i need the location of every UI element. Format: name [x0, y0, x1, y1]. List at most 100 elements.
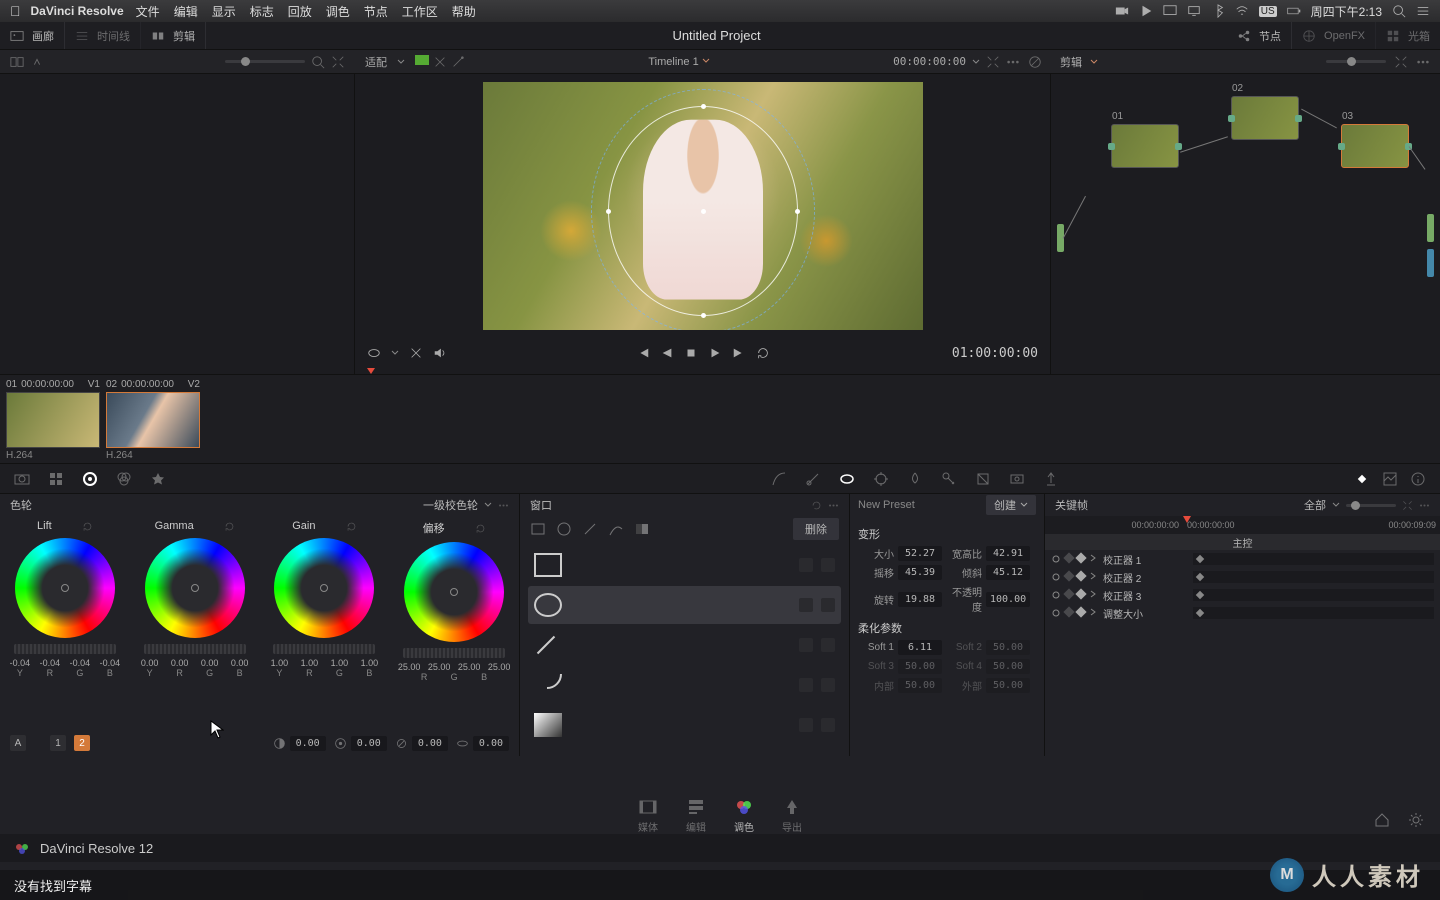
page-media[interactable]: 媒体	[638, 797, 658, 834]
display-icon[interactable]	[1187, 4, 1201, 18]
gallery-zoom-slider[interactable]	[225, 60, 305, 63]
lock-icon[interactable]	[1051, 608, 1061, 618]
keyframe-track[interactable]: 校正器 2	[1045, 568, 1440, 586]
window-options-icon[interactable]	[828, 500, 839, 511]
menu-icon[interactable]	[1416, 4, 1430, 18]
shape-item-curve[interactable]	[528, 666, 841, 704]
stills-view-icon[interactable]	[10, 55, 24, 69]
invert-icon[interactable]	[821, 598, 835, 612]
adj-val-2[interactable]: 0.00	[351, 736, 387, 751]
expand-viewer-icon[interactable]	[986, 55, 1000, 69]
reset-icon[interactable]	[346, 521, 357, 532]
chevron-right-icon[interactable]	[1089, 590, 1097, 598]
menu-file[interactable]: 文件	[136, 3, 160, 20]
keyframe-toggle[interactable]	[1063, 552, 1074, 563]
master-jog[interactable]	[144, 644, 246, 654]
wheel-value[interactable]: -0.04	[5, 658, 35, 668]
viewer-tc-out[interactable]: 01:00:00:00	[952, 346, 1038, 361]
data-burn-icon[interactable]	[1043, 471, 1059, 487]
color-match-icon[interactable]	[48, 471, 64, 487]
page-2-button[interactable]: 2	[74, 735, 90, 751]
battery-icon[interactable]	[1287, 4, 1301, 18]
invert-icon[interactable]	[821, 678, 835, 692]
keyframe-nav[interactable]	[1075, 606, 1086, 617]
key-icon[interactable]	[941, 471, 957, 487]
wheel-value[interactable]: 0.00	[165, 658, 195, 668]
adj-val-1[interactable]: 0.00	[290, 736, 326, 751]
shape-item-rect[interactable]	[528, 546, 841, 584]
viewer-stage[interactable]	[355, 74, 1050, 338]
param-value[interactable]: 6.11	[898, 640, 942, 655]
loop-icon[interactable]	[756, 346, 770, 360]
keyframe-nav[interactable]	[1075, 570, 1086, 581]
keyframe-nav[interactable]	[1075, 552, 1086, 563]
wheel-value[interactable]: -0.04	[35, 658, 65, 668]
sizing-icon[interactable]	[975, 471, 991, 487]
menu-mark[interactable]: 标志	[250, 3, 274, 20]
param-value[interactable]: 50.00	[986, 640, 1030, 655]
delete-window-button[interactable]: 删除	[793, 518, 839, 540]
menu-playback[interactable]: 回放	[288, 3, 312, 20]
wheels-options-icon[interactable]	[498, 500, 509, 511]
param-value[interactable]: 45.39	[898, 565, 942, 580]
keyframe-lane[interactable]	[1193, 607, 1434, 619]
page-1-button[interactable]: 1	[50, 735, 66, 751]
wheel-value[interactable]: 1.00	[264, 658, 294, 668]
keyframe-master-track[interactable]: 主控	[1045, 534, 1440, 550]
motion-effects-icon[interactable]	[150, 471, 166, 487]
scopes-icon[interactable]	[1382, 471, 1398, 487]
node-03[interactable]: 03	[1341, 124, 1409, 168]
wheel-value[interactable]: 25.00	[424, 662, 454, 672]
master-jog[interactable]	[14, 644, 116, 654]
info-icon[interactable]	[1410, 471, 1426, 487]
mask-icon[interactable]	[799, 718, 813, 732]
clip-thumb-1[interactable]: 0100:00:00:00V1 H.264	[6, 379, 100, 459]
nodes-zoom-slider[interactable]	[1326, 60, 1386, 63]
keyframe-mode-dropdown[interactable]: 全部	[1304, 497, 1326, 513]
invert-icon[interactable]	[821, 638, 835, 652]
shape-item-gradient[interactable]	[528, 706, 841, 744]
add-circle-icon[interactable]	[556, 521, 572, 537]
camera-icon[interactable]	[1115, 4, 1129, 18]
wheels-mode-dropdown[interactable]: 一级校色轮	[423, 497, 478, 513]
auto-balance-button[interactable]: A	[10, 735, 26, 751]
page-color[interactable]: 调色	[734, 797, 754, 834]
tracking-icon[interactable]	[873, 471, 889, 487]
keyframe-toggle[interactable]	[1063, 570, 1074, 581]
param-value[interactable]: 100.00	[986, 592, 1030, 607]
toolbar-timeline-toggle[interactable]: 时间线	[65, 22, 141, 49]
invert-icon[interactable]	[821, 718, 835, 732]
color-wheels-icon[interactable]	[82, 471, 98, 487]
toolbar-lightbox-toggle[interactable]: 光箱	[1376, 22, 1440, 49]
param-value[interactable]: 50.00	[898, 678, 942, 693]
next-clip-icon[interactable]	[732, 346, 746, 360]
menu-color[interactable]: 调色	[326, 3, 350, 20]
create-preset-button[interactable]: 创建	[986, 495, 1036, 515]
keyframe-track[interactable]: 校正器 1	[1045, 550, 1440, 568]
preset-name[interactable]: New Preset	[858, 499, 915, 511]
invert-icon[interactable]	[821, 558, 835, 572]
menu-workspace[interactable]: 工作区	[402, 3, 438, 20]
viewer-fit-dropdown[interactable]: 适配	[355, 54, 397, 70]
wheel-value[interactable]: 0.00	[225, 658, 255, 668]
keyframe-track[interactable]: 调整大小	[1045, 604, 1440, 622]
split-icon[interactable]	[409, 346, 423, 360]
keyframe-toggle[interactable]	[1063, 588, 1074, 599]
stereo-icon[interactable]	[1009, 471, 1025, 487]
stills-list-icon[interactable]	[30, 55, 44, 69]
wheel-value[interactable]: 25.00	[394, 662, 424, 672]
lock-icon[interactable]	[1051, 572, 1061, 582]
add-polygon-icon[interactable]	[582, 521, 598, 537]
param-value[interactable]: 50.00	[898, 659, 942, 674]
keyframe-zoom-slider[interactable]	[1346, 504, 1396, 507]
wheel-value[interactable]: 1.00	[324, 658, 354, 668]
keyframe-icon[interactable]	[1354, 471, 1370, 487]
node-01[interactable]: 01	[1111, 124, 1179, 168]
apple-menu-icon[interactable]: 	[10, 3, 21, 19]
chevron-right-icon[interactable]	[1089, 608, 1097, 616]
search-icon[interactable]	[311, 55, 325, 69]
viewer-options-icon[interactable]	[1006, 55, 1020, 69]
ime-icon[interactable]: US	[1259, 6, 1277, 17]
channel-rgb-icon[interactable]	[415, 55, 429, 65]
adj-val-3[interactable]: 0.00	[412, 736, 448, 751]
